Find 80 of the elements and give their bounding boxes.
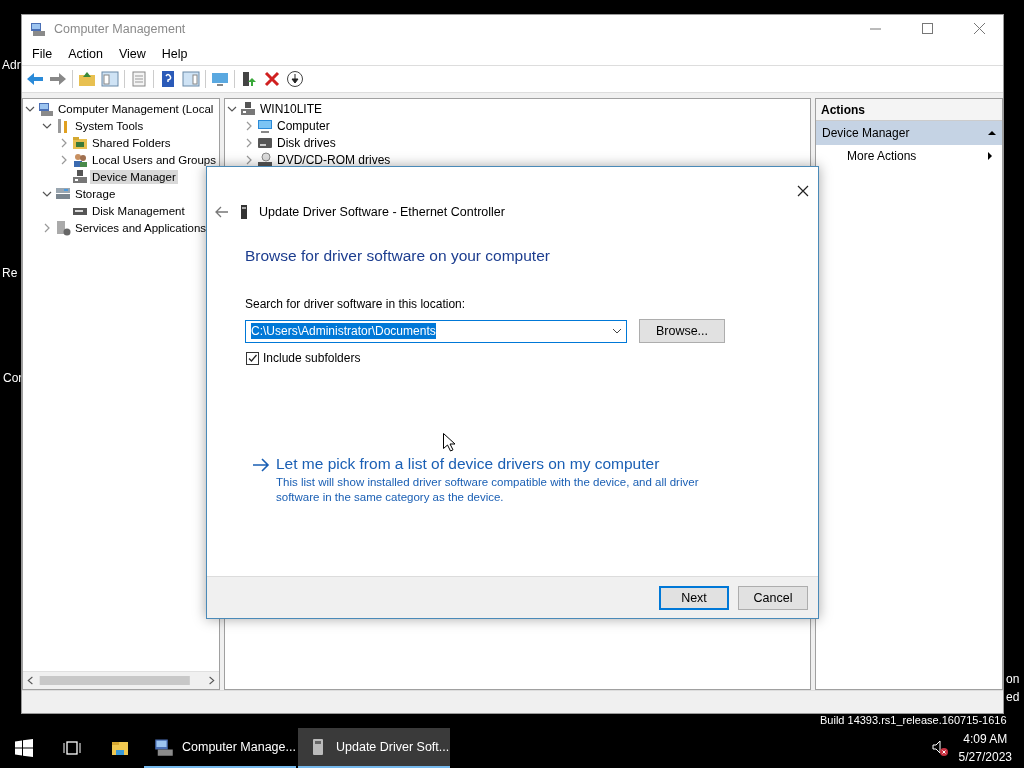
desktop-label: Build 14393.rs1_release.160715-1616 <box>820 714 1007 727</box>
taskbar-button[interactable]: Computer Manage... <box>144 728 296 768</box>
expand-chevron-icon[interactable] <box>42 222 52 233</box>
location-value: C:\Users\Administrator\Documents <box>251 323 436 339</box>
action-item[interactable]: More Actions <box>816 145 1002 167</box>
actions-section[interactable]: Device Manager <box>816 121 1002 145</box>
action-pane-icon[interactable] <box>182 70 200 88</box>
forward-arrow-icon[interactable] <box>49 70 67 88</box>
network-adapter-icon <box>239 204 249 220</box>
expand-chevron-icon[interactable] <box>244 137 254 148</box>
start-icon[interactable] <box>15 739 33 757</box>
tree-item[interactable]: Computer <box>275 117 332 134</box>
desktop-label: Adr <box>2 58 21 72</box>
pick-driver-link[interactable]: Let me pick from a list of device drivers on my computer <box>276 455 726 473</box>
download-icon[interactable] <box>286 70 304 88</box>
checkbox-label[interactable]: Include subfolders <box>263 351 361 365</box>
dropdown-caret-icon[interactable] <box>612 326 622 336</box>
computer-management-icon <box>30 21 46 37</box>
expand-chevron-icon[interactable] <box>59 137 69 148</box>
tree-item[interactable]: WIN10LITE <box>258 100 324 117</box>
menu-item[interactable]: View <box>110 47 154 61</box>
folder-up-icon[interactable] <box>78 70 96 88</box>
window-title: Computer Management <box>54 22 187 36</box>
menu-item[interactable]: Help <box>153 47 196 61</box>
tree-item[interactable]: Disk drives <box>275 134 338 151</box>
expand-chevron-icon[interactable] <box>244 154 254 165</box>
cancel-button[interactable]: Cancel <box>738 585 808 610</box>
console-tree-icon[interactable] <box>101 70 119 88</box>
tree-item[interactable]: Disk Management <box>90 203 187 218</box>
back-arrow-icon[interactable] <box>26 70 44 88</box>
desktop-label: Cor <box>3 371 23 385</box>
storage-icon <box>55 185 71 202</box>
clock[interactable]: 4:09 AM 5/27/2023 <box>958 730 1012 766</box>
checkbox[interactable] <box>246 351 259 365</box>
arrow-icon[interactable] <box>252 458 270 472</box>
users-icon <box>72 151 88 168</box>
delete-icon[interactable] <box>263 70 281 88</box>
location-combo[interactable]: C:\Users\Administrator\Documents <box>245 319 627 343</box>
computer-management-icon <box>38 100 54 117</box>
back-arrow-icon[interactable] <box>215 206 229 218</box>
menu-item[interactable]: Action <box>60 47 111 61</box>
horizontal-scrollbar[interactable] <box>23 671 219 689</box>
submenu-triangle-icon <box>986 152 994 160</box>
expand-chevron-icon[interactable] <box>244 120 254 131</box>
tree-item[interactable]: Services and Applications <box>73 220 209 235</box>
close-icon[interactable] <box>797 185 809 197</box>
help-icon[interactable] <box>159 70 177 88</box>
link-description: This list will show installed driver software compatible with the device, and all driver software in the same category as the device. <box>276 475 700 505</box>
tree-item[interactable]: Shared Folders <box>90 135 173 150</box>
dialog-title: Update Driver Software - Ethernet Controller <box>259 205 505 219</box>
mouse-cursor-icon <box>443 433 455 452</box>
collapse-triangle-icon[interactable] <box>988 129 996 137</box>
desktop-label: on <box>1006 672 1020 686</box>
monitor-icon <box>257 117 273 134</box>
tree-item[interactable]: Storage <box>73 186 118 201</box>
speaker-muted-icon[interactable] <box>930 739 949 757</box>
desktop-label: ed <box>1006 690 1020 704</box>
monitor-icon[interactable] <box>211 70 229 88</box>
next-button[interactable]: Next <box>659 585 729 610</box>
tree-item[interactable]: DVD/CD-ROM drives <box>275 151 393 168</box>
expand-chevron-icon[interactable] <box>59 154 69 165</box>
optical-drive-icon <box>257 151 273 168</box>
update-driver-icon[interactable] <box>240 70 258 88</box>
actions-header: Actions <box>816 99 1002 121</box>
task-view-icon[interactable] <box>63 739 81 757</box>
dialog-heading: Browse for driver software on your computer <box>245 247 551 265</box>
folder-icon[interactable] <box>111 739 129 757</box>
browse-button[interactable]: Browse... <box>639 319 725 343</box>
tree-item[interactable]: System Tools <box>73 118 146 133</box>
field-label: Search for driver software in this location: <box>245 297 467 311</box>
device-manager-icon <box>72 168 88 185</box>
shared-folder-icon <box>72 134 88 151</box>
menu-item[interactable]: File <box>24 47 61 61</box>
computer-management-icon <box>154 737 174 757</box>
tree-item[interactable]: Computer Management (Local <box>56 101 216 116</box>
services-icon <box>55 219 71 236</box>
tree-item[interactable]: Device Manager <box>90 169 178 184</box>
taskbar-button[interactable]: Update Driver Soft... <box>298 728 450 768</box>
tree-item[interactable]: Local Users and Groups <box>90 152 218 167</box>
desktop-label: Re <box>2 266 18 280</box>
